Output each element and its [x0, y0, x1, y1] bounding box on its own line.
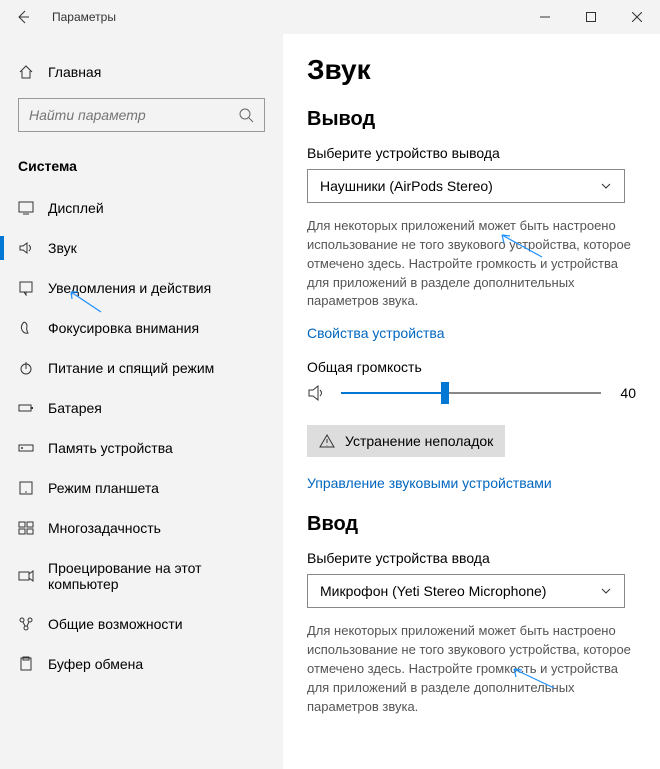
display-icon: [18, 200, 34, 216]
speaker-icon[interactable]: [307, 383, 327, 403]
window-title: Параметры: [52, 10, 116, 24]
troubleshoot-label: Устранение неполадок: [345, 433, 493, 449]
output-device-label: Выберите устройство вывода: [307, 145, 636, 161]
chevron-down-icon: [600, 585, 612, 597]
volume-row: 40: [307, 383, 636, 403]
input-device-dropdown[interactable]: Микрофон (Yeti Stereo Microphone): [307, 574, 625, 608]
battery-icon: [18, 400, 34, 416]
search-icon: [238, 107, 254, 123]
sidebar-item-label: Общие возможности: [48, 616, 183, 632]
device-properties-link[interactable]: Свойства устройства: [307, 325, 636, 341]
maximize-icon: [586, 12, 596, 22]
manage-devices-link[interactable]: Управление звуковыми устройствами: [307, 475, 636, 491]
project-icon: [18, 568, 34, 584]
sidebar-item-tablet[interactable]: Режим планшета: [0, 468, 283, 508]
minimize-button[interactable]: [522, 0, 568, 34]
multitask-icon: [18, 520, 34, 536]
titlebar: Параметры: [0, 0, 660, 34]
sidebar: Главная Система Дисплей Звук Уведомления…: [0, 34, 283, 769]
volume-value: 40: [620, 385, 636, 401]
sidebar-item-label: Буфер обмена: [48, 656, 143, 672]
output-description: Для некоторых приложений может быть наст…: [307, 217, 636, 311]
sidebar-item-label: Дисплей: [48, 200, 104, 216]
sidebar-item-power[interactable]: Питание и спящий режим: [0, 348, 283, 388]
input-section-title: Ввод: [307, 513, 636, 536]
sidebar-item-label: Многозадачность: [48, 520, 161, 536]
section-header: Система: [0, 152, 283, 188]
home-link[interactable]: Главная: [0, 56, 283, 98]
input-description: Для некоторых приложений может быть наст…: [307, 622, 636, 716]
minimize-icon: [540, 12, 550, 22]
storage-icon: [18, 440, 34, 456]
clipboard-icon: [18, 656, 34, 672]
back-button[interactable]: [0, 0, 46, 34]
output-section-title: Вывод: [307, 108, 636, 131]
sidebar-item-label: Звук: [48, 240, 77, 256]
home-label: Главная: [48, 64, 101, 80]
search-box[interactable]: [18, 98, 265, 132]
focus-icon: [18, 320, 34, 336]
power-icon: [18, 360, 34, 376]
search-input[interactable]: [29, 107, 238, 123]
sidebar-item-label: Питание и спящий режим: [48, 360, 214, 376]
troubleshoot-button[interactable]: Устранение неполадок: [307, 425, 505, 457]
sidebar-item-label: Фокусировка внимания: [48, 320, 199, 336]
shared-icon: [18, 616, 34, 632]
volume-slider[interactable]: [341, 392, 601, 394]
sidebar-item-storage[interactable]: Память устройства: [0, 428, 283, 468]
dropdown-value: Наушники (AirPods Stereo): [320, 178, 600, 194]
input-device-label: Выберите устройства ввода: [307, 550, 636, 566]
volume-label: Общая громкость: [307, 359, 636, 375]
sidebar-item-label: Батарея: [48, 400, 102, 416]
sidebar-item-multitask[interactable]: Многозадачность: [0, 508, 283, 548]
arrow-left-icon: [15, 9, 31, 25]
chevron-down-icon: [600, 180, 612, 192]
sidebar-item-project[interactable]: Проецирование на этот компьютер: [0, 548, 283, 604]
sound-icon: [18, 240, 34, 256]
warning-icon: [319, 433, 335, 449]
maximize-button[interactable]: [568, 0, 614, 34]
home-icon: [18, 64, 34, 80]
sidebar-item-clipboard[interactable]: Буфер обмена: [0, 644, 283, 684]
sidebar-item-battery[interactable]: Батарея: [0, 388, 283, 428]
sidebar-item-notifications[interactable]: Уведомления и действия: [0, 268, 283, 308]
dropdown-value: Микрофон (Yeti Stereo Microphone): [320, 583, 600, 599]
page-title: Звук: [307, 54, 636, 86]
sidebar-item-focus[interactable]: Фокусировка внимания: [0, 308, 283, 348]
close-icon: [632, 12, 642, 22]
sidebar-item-label: Уведомления и действия: [48, 280, 211, 296]
sidebar-item-sound[interactable]: Звук: [0, 228, 283, 268]
sidebar-item-label: Проецирование на этот компьютер: [48, 560, 265, 592]
notifications-icon: [18, 280, 34, 296]
sidebar-item-label: Режим планшета: [48, 480, 159, 496]
sidebar-item-display[interactable]: Дисплей: [0, 188, 283, 228]
sidebar-item-label: Память устройства: [48, 440, 173, 456]
close-button[interactable]: [614, 0, 660, 34]
sidebar-item-shared[interactable]: Общие возможности: [0, 604, 283, 644]
main-content: Звук Вывод Выберите устройство вывода На…: [283, 34, 660, 769]
output-device-dropdown[interactable]: Наушники (AirPods Stereo): [307, 169, 625, 203]
tablet-icon: [18, 480, 34, 496]
